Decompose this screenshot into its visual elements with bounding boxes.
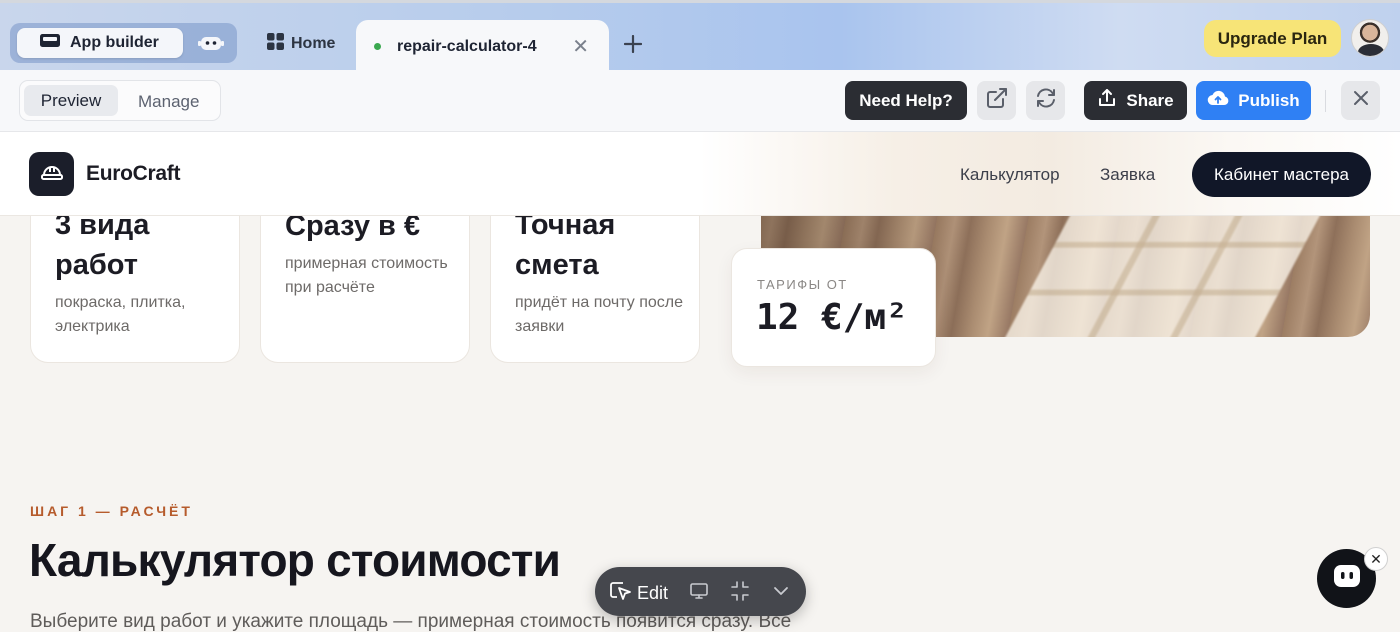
publish-button[interactable]: Publish — [1196, 81, 1311, 120]
external-link-icon — [986, 87, 1008, 114]
app-builder-button[interactable]: App builder — [17, 28, 183, 58]
share-button[interactable]: Share — [1084, 81, 1187, 120]
feature-subtitle: придёт на почту после заявки — [515, 294, 683, 335]
upload-icon — [1097, 88, 1117, 113]
tab-preview[interactable]: Preview — [24, 85, 118, 116]
master-cabinet-button[interactable]: Кабинет мастера — [1192, 152, 1371, 197]
share-label: Share — [1126, 90, 1174, 110]
edit-label: Edit — [637, 583, 669, 603]
tab-home[interactable]: Home — [267, 33, 335, 55]
tariff-label: ТАРИФЫ ОТ — [757, 277, 848, 292]
tab-title: repair-calculator-4 — [397, 37, 537, 55]
grid-icon — [267, 33, 284, 55]
edit-button[interactable]: Edit — [609, 580, 668, 607]
avatar[interactable] — [1351, 19, 1389, 57]
divider — [1325, 90, 1326, 112]
logo[interactable] — [29, 152, 74, 196]
feature-title: 3 вида работ — [55, 209, 150, 281]
tab-repair-calculator[interactable]: repair-calculator-4 ✕ — [356, 20, 609, 73]
plus-icon[interactable] — [623, 29, 643, 60]
monitor-icon[interactable] — [689, 581, 709, 606]
section-title: Калькулятор стоимости — [29, 534, 561, 586]
publish-label: Publish — [1238, 90, 1300, 110]
feature-subtitle: примерная стоимость при расчёте — [285, 255, 448, 296]
tab-home-label: Home — [291, 35, 336, 52]
cursor-icon — [609, 580, 633, 607]
refresh-button[interactable] — [1026, 81, 1065, 120]
feature-title: Точная смета — [515, 209, 616, 281]
open-external-button[interactable] — [977, 81, 1016, 120]
close-icon[interactable]: ✕ — [572, 34, 589, 59]
chevron-down-icon[interactable] — [773, 581, 789, 606]
close-icon: ✕ — [1370, 550, 1382, 567]
edit-toolbar: Edit — [595, 567, 806, 616]
brand-name[interactable]: EuroCraft — [86, 162, 180, 186]
tariff-value: 12 €/м² — [756, 297, 908, 338]
app-builder-label: App builder — [70, 34, 159, 51]
upgrade-plan-button[interactable]: Upgrade Plan — [1204, 20, 1341, 57]
cloud-upload-icon — [1207, 89, 1229, 112]
preview-manage-toggle: Preview Manage — [19, 80, 221, 121]
builder-toolbar: Preview Manage Need Help? Share Publish — [0, 70, 1400, 132]
collapse-icon[interactable] — [731, 581, 749, 606]
mode-switcher: App builder — [10, 23, 237, 63]
need-help-button[interactable]: Need Help? — [845, 81, 967, 120]
close-icon — [1352, 89, 1370, 112]
feature-subtitle: покраска, плитка, электрика — [55, 294, 186, 335]
hard-hat-icon — [40, 162, 64, 187]
site-header: EuroCraft Калькулятор Заявка Кабинет мас… — [0, 132, 1400, 216]
nav-link-request[interactable]: Заявка — [1100, 165, 1155, 185]
tab-manage[interactable]: Manage — [138, 92, 199, 112]
tab-bar: App builder Home repair-calculator-4 ✕ U… — [0, 0, 1400, 73]
close-chat-button[interactable]: ✕ — [1364, 547, 1388, 571]
refresh-icon — [1035, 87, 1057, 114]
chat-bot-icon — [1332, 563, 1362, 594]
close-builder-button[interactable] — [1341, 81, 1380, 120]
status-dot — [374, 43, 381, 50]
section-eyebrow: ШАГ 1 — РАСЧЁТ — [30, 503, 193, 519]
tariff-card: ТАРИФЫ ОТ 12 €/м² — [731, 248, 936, 367]
bot-icon[interactable] — [198, 34, 224, 59]
nav-link-calculator[interactable]: Калькулятор — [960, 165, 1060, 185]
monitor-icon — [39, 32, 61, 55]
